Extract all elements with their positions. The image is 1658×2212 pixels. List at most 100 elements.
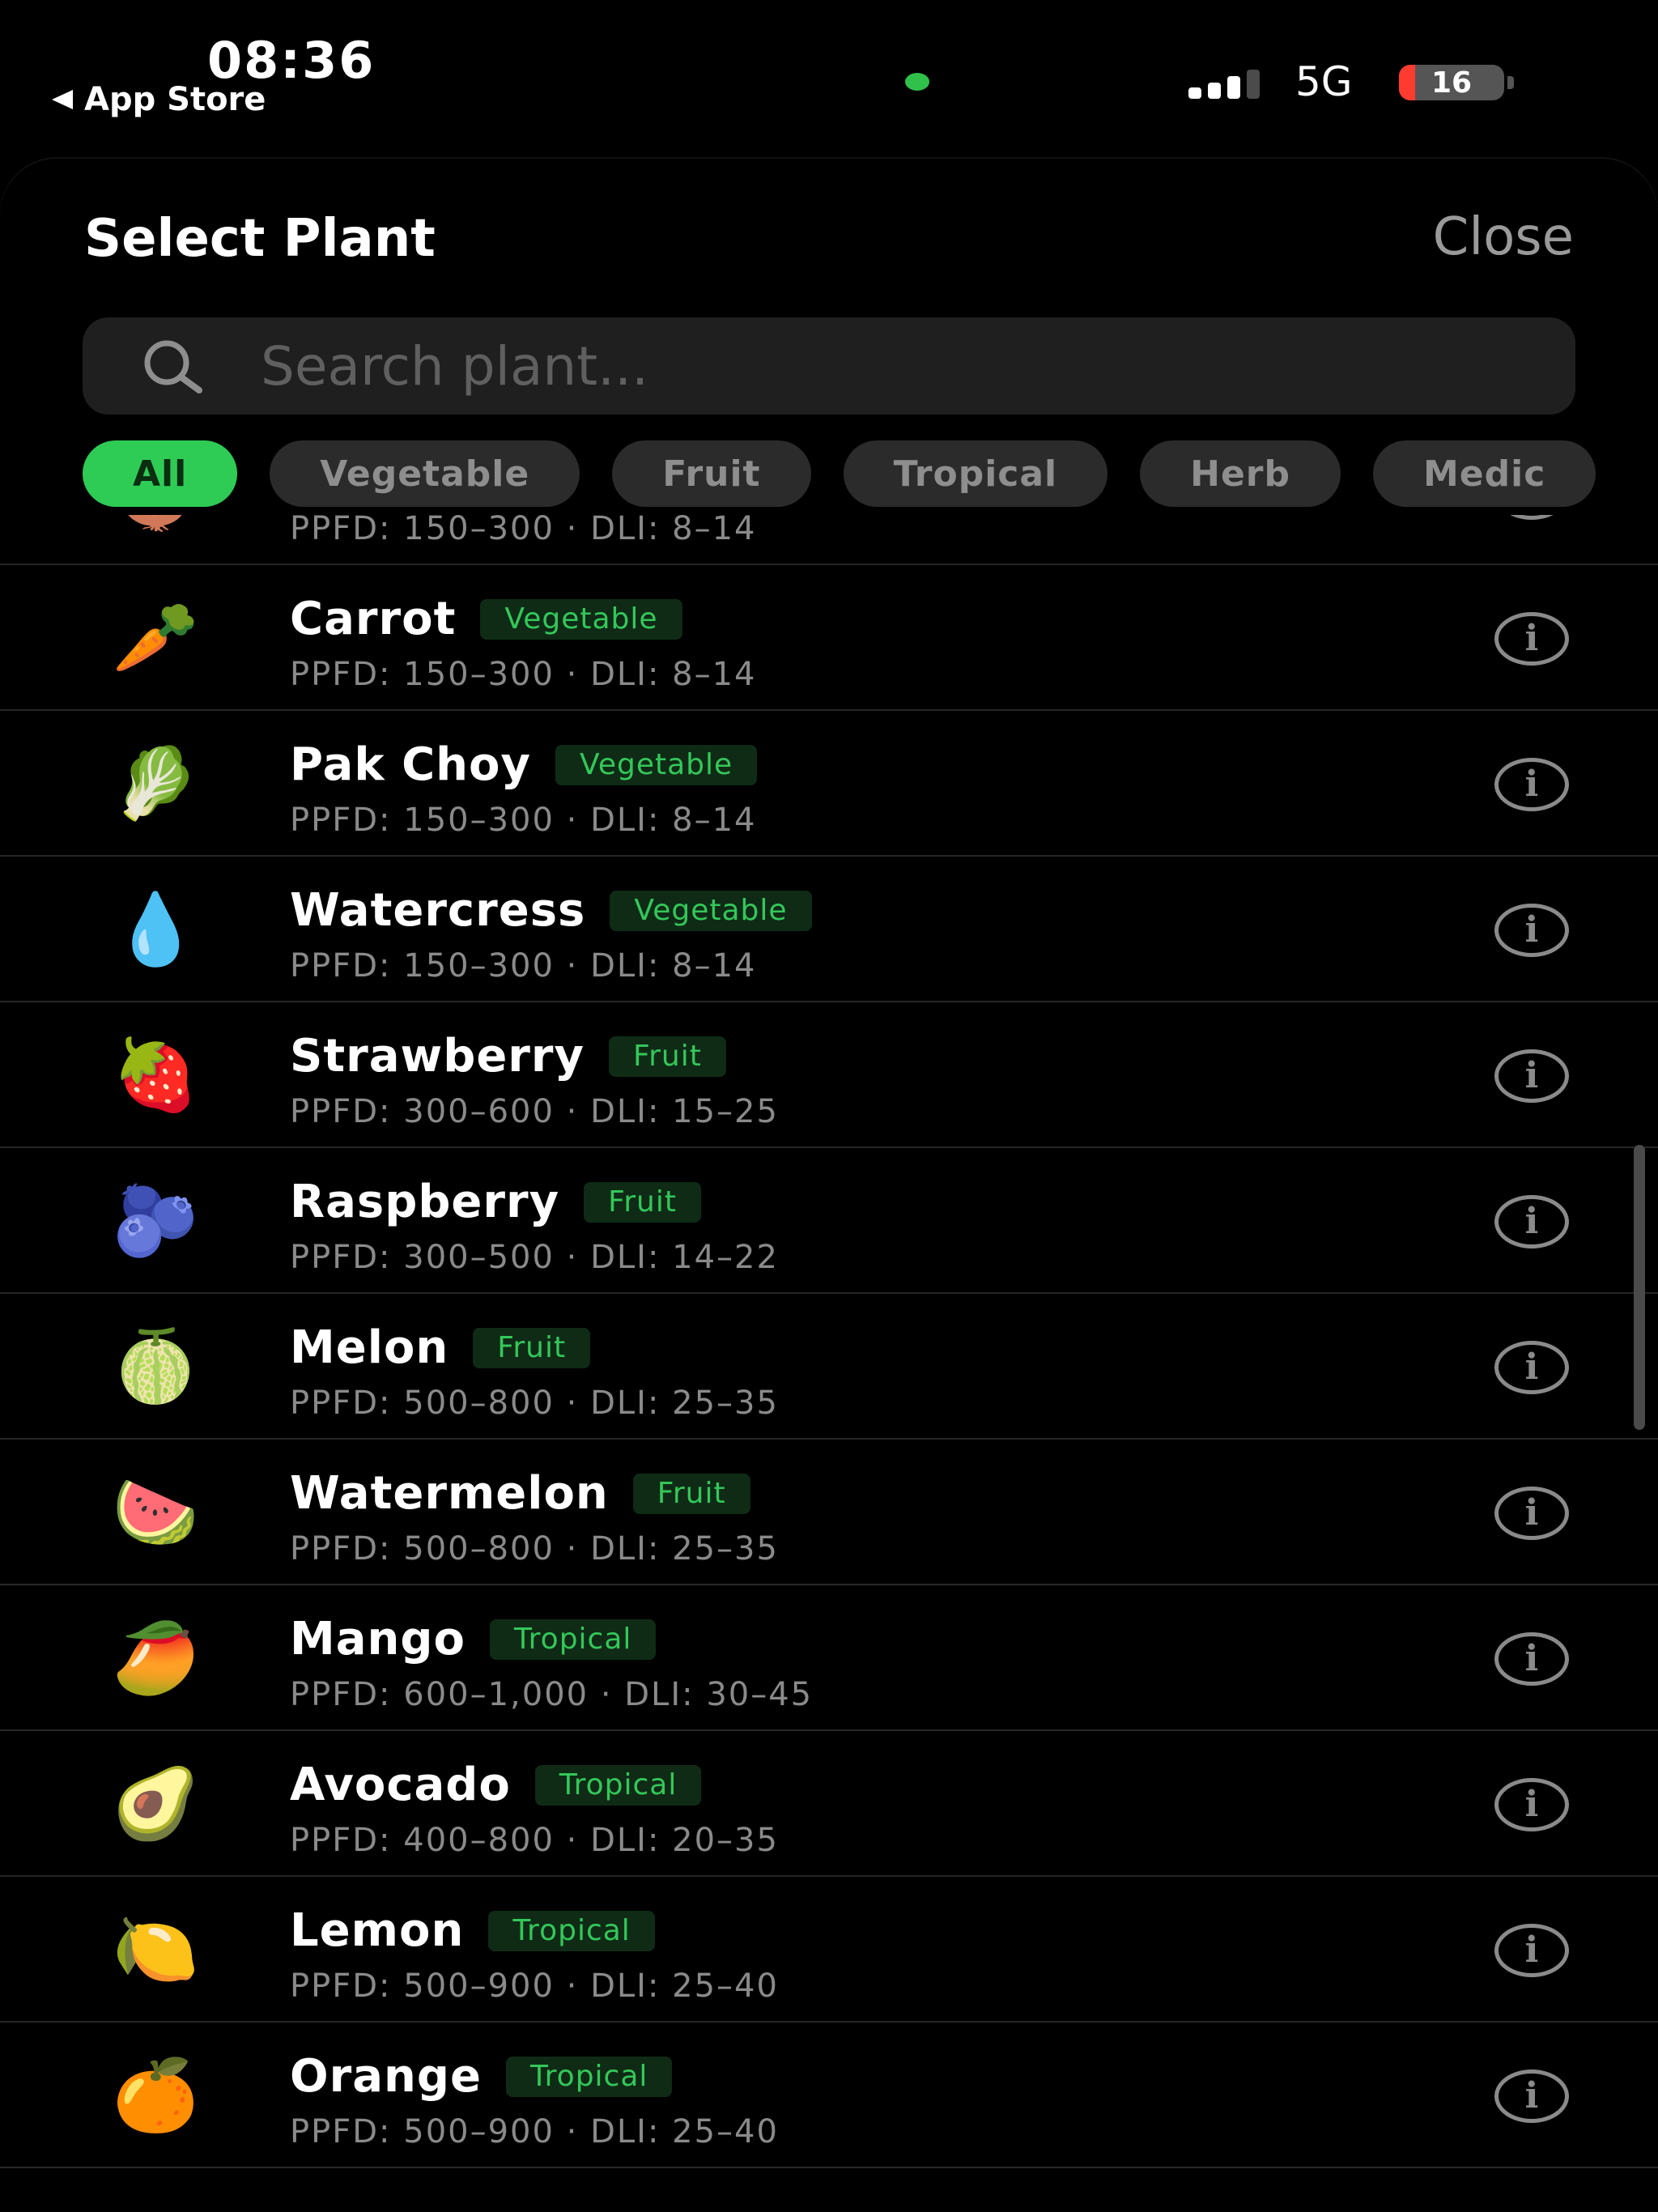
- plant-emoji-icon: 🥑: [112, 1763, 199, 1844]
- info-icon: i: [1524, 909, 1539, 951]
- plant-emoji-icon: 🥭: [112, 1618, 199, 1699]
- category-tag: Tropical: [505, 2056, 673, 2097]
- plant-light-requirements: PPFD: 300–600 · DLI: 15–25: [290, 1093, 779, 1130]
- plant-name-line: Orange Tropical: [290, 2050, 673, 2103]
- scrollbar[interactable]: [1634, 1145, 1645, 1430]
- sheet-title: Select Plant: [84, 209, 436, 269]
- info-icon: i: [1524, 1638, 1539, 1679]
- plant-name: Mango: [290, 1613, 466, 1665]
- plant-row[interactable]: 🥬 Pak Choy Vegetable PPFD: 150–300 · DLI: 8…: [0, 711, 1658, 857]
- plant-emoji-icon: 🥕: [112, 598, 199, 678]
- plant-light-requirements: PPFD: 500–800 · DLI: 25–35: [290, 1530, 779, 1568]
- close-button[interactable]: Close: [1433, 207, 1574, 267]
- category-tag: Vegetable: [610, 890, 812, 931]
- search-icon: [136, 337, 214, 395]
- privacy-indicator-icon: [905, 73, 929, 91]
- info-button[interactable]: i: [1494, 1049, 1569, 1103]
- plant-light-requirements: PPFD: 600–1,000 · DLI: 30–45: [290, 1676, 814, 1713]
- plant-emoji-icon: 🧅: [107, 515, 204, 527]
- chip-tropical[interactable]: Tropical: [843, 440, 1108, 507]
- plant-name-line: Mango Tropical: [290, 1613, 657, 1665]
- search-input[interactable]: [259, 317, 1575, 415]
- info-icon: i: [1524, 1929, 1539, 1971]
- info-icon: i: [1524, 1784, 1539, 1825]
- chip-herb[interactable]: Herb: [1140, 440, 1341, 507]
- plant-row[interactable]: 🫐 Raspberry Fruit PPFD: 300–500 · DLI: 14–2…: [0, 1148, 1658, 1294]
- battery-percent: 16: [1431, 66, 1473, 100]
- info-button[interactable]: i: [1494, 1924, 1569, 1977]
- plant-emoji-icon: 🍓: [112, 1035, 199, 1116]
- info-icon: i: [1524, 764, 1539, 805]
- chip-fruit[interactable]: Fruit: [612, 440, 811, 507]
- search-bar[interactable]: [83, 317, 1575, 415]
- back-to-app-store[interactable]: App Store: [52, 81, 266, 118]
- info-button[interactable]: i: [1494, 1778, 1569, 1831]
- plant-name: Carrot: [290, 593, 457, 645]
- category-tag: Fruit: [632, 1473, 750, 1514]
- plant-row[interactable]: 🍈 Melon Fruit PPFD: 500–800 · DLI: 25–35 i: [0, 1294, 1658, 1440]
- plant-light-requirements: PPFD: 150–300 · DLI: 8–14: [290, 947, 757, 985]
- info-button[interactable]: i: [1494, 1195, 1569, 1249]
- chip-medicinal[interactable]: Medic: [1373, 440, 1596, 507]
- plant-row[interactable]: 🍊 Orange Tropical PPFD: 500–900 · DLI: 25–4…: [0, 2023, 1658, 2168]
- plant-name: Melon: [290, 1321, 449, 1374]
- plant-name: Lemon: [290, 1904, 465, 1957]
- chip-vegetable[interactable]: Vegetable: [270, 440, 580, 507]
- plant-name: Raspberry: [290, 1176, 560, 1228]
- chip-all[interactable]: All: [83, 440, 238, 507]
- plant-name-line: Avocado Tropical: [290, 1759, 702, 1811]
- info-button[interactable]: i: [1494, 612, 1569, 666]
- plant-name: Watercress: [290, 884, 586, 937]
- plant-emoji-icon: 🍋: [112, 1909, 199, 1990]
- plant-name: Watermelon: [290, 1467, 609, 1520]
- plant-row[interactable]: 🍓 Strawberry Fruit PPFD: 300–600 · DLI: 15–…: [0, 1002, 1658, 1148]
- plant-name-line: Carrot Vegetable: [290, 593, 682, 645]
- info-icon: i: [1524, 1346, 1539, 1388]
- info-icon: i: [1524, 1201, 1539, 1242]
- plant-row[interactable]: 💧 Watercress Vegetable PPFD: 150–300 · DLI:…: [0, 857, 1658, 1002]
- plant-light-requirements: PPFD: 400–800 · DLI: 20–35: [290, 1822, 779, 1859]
- plant-row[interactable]: 🍉 Watermelon Fruit PPFD: 500–800 · DLI: 25–…: [0, 1440, 1658, 1585]
- info-button[interactable]: i: [1494, 1341, 1569, 1394]
- plant-name: Strawberry: [290, 1030, 585, 1083]
- plant-name: Orange: [290, 2050, 482, 2103]
- plant-row[interactable]: 🧅 PPFD: 150–300 · DLI: 8–14 i: [0, 515, 1658, 565]
- network-type: 5G: [1295, 58, 1353, 105]
- plant-list[interactable]: 🧅 PPFD: 150–300 · DLI: 8–14 i 🥕 Carrot Vegeta…: [0, 515, 1658, 2212]
- status-bar: 08:36 App Store 5G 16: [0, 0, 1658, 130]
- plant-row[interactable]: 🥑 Avocado Tropical PPFD: 400–800 · DLI: 20–…: [0, 1731, 1658, 1877]
- plant-name: Pak Choy: [290, 738, 532, 791]
- info-icon: i: [1524, 1055, 1539, 1096]
- info-button[interactable]: i: [1494, 2069, 1569, 2123]
- info-button[interactable]: i: [1494, 515, 1569, 520]
- plant-name-line: Watermelon Fruit: [290, 1467, 750, 1520]
- plant-emoji-icon: 🍉: [112, 1472, 199, 1553]
- battery-icon: 16: [1399, 65, 1504, 100]
- info-icon: i: [1524, 2075, 1539, 2116]
- info-icon: i: [1524, 1492, 1539, 1534]
- plant-emoji-icon: 🍊: [112, 2055, 199, 2136]
- battery-cap: [1507, 76, 1514, 89]
- plant-emoji-icon: 🍈: [112, 1326, 199, 1407]
- cellular-signal-icon: [1188, 66, 1269, 99]
- plant-row[interactable]: 🍋 Lemon Tropical PPFD: 500–900 · DLI: 25–40…: [0, 1877, 1658, 2023]
- plant-name: Avocado: [290, 1759, 511, 1811]
- info-button[interactable]: i: [1494, 904, 1569, 957]
- info-button[interactable]: i: [1494, 1487, 1569, 1540]
- info-button[interactable]: i: [1494, 758, 1569, 811]
- plant-row[interactable]: 🥕 Carrot Vegetable PPFD: 150–300 · DLI: 8–1…: [0, 565, 1658, 711]
- plant-name-line: Pak Choy Vegetable: [290, 738, 758, 791]
- select-plant-sheet: Select Plant Close All Vegetable Fruit T…: [0, 159, 1658, 2212]
- info-icon: i: [1524, 618, 1539, 659]
- plant-emoji-icon: 🫐: [112, 1180, 199, 1261]
- plant-row[interactable]: 🥭 Mango Tropical PPFD: 600–1,000 · DLI: 30–…: [0, 1585, 1658, 1731]
- plant-name-line: Raspberry Fruit: [290, 1176, 701, 1228]
- plant-light-requirements: PPFD: 300–500 · DLI: 14–22: [290, 1239, 779, 1276]
- category-tag: Fruit: [473, 1327, 591, 1368]
- category-tag: Tropical: [534, 1764, 702, 1806]
- plant-light-requirements: PPFD: 500–900 · DLI: 25–40: [290, 2113, 779, 2150]
- plant-light-requirements: PPFD: 150–300 · DLI: 8–14: [290, 515, 757, 547]
- plant-name-line: Lemon Tropical: [290, 1904, 655, 1957]
- plant-name-line: Melon Fruit: [290, 1321, 591, 1374]
- info-button[interactable]: i: [1494, 1632, 1569, 1686]
